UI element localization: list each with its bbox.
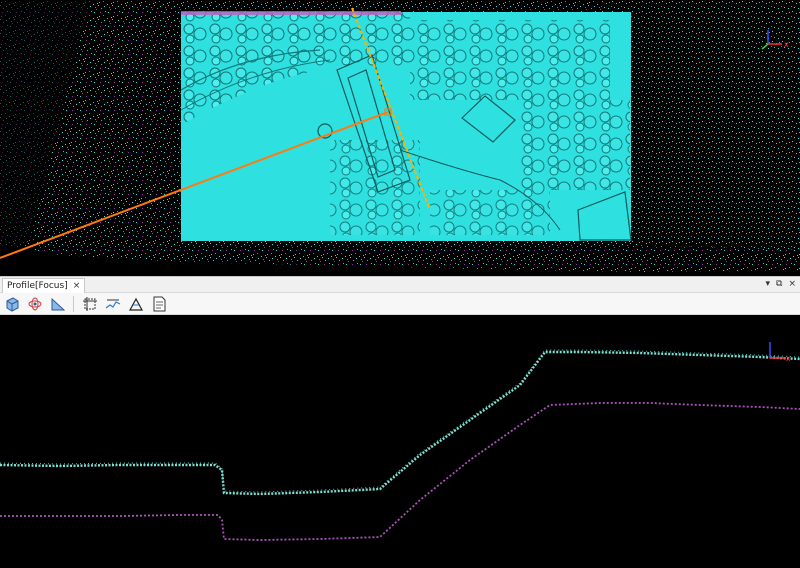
terrain-button[interactable] xyxy=(126,294,145,313)
report-button[interactable] xyxy=(149,294,168,313)
window-controls: ▾ ⧉ × xyxy=(765,279,796,289)
profile-panel: Profile[Focus] × ▾ ⧉ × x xyxy=(0,276,800,568)
slope-button[interactable] xyxy=(48,294,67,313)
tree-cluster-e xyxy=(520,100,630,190)
profile-view-canvas[interactable]: x xyxy=(0,315,800,568)
plan-axis-x-label: x xyxy=(784,40,789,49)
crop-frame-icon xyxy=(82,296,97,311)
orbit-icon xyxy=(28,297,41,310)
profile-view-svg: x xyxy=(0,342,800,541)
terrain-triangle-icon xyxy=(128,297,143,311)
tab-close-icon[interactable]: × xyxy=(73,281,81,291)
tree-cluster-se xyxy=(430,190,550,235)
tree-cluster-ne xyxy=(410,20,610,100)
crop-button[interactable] xyxy=(80,294,99,313)
profile-axis-x-label: x xyxy=(786,354,791,363)
profile-measure-button[interactable] xyxy=(103,294,122,313)
report-document-icon xyxy=(153,296,165,311)
triangle-slope-icon xyxy=(51,297,65,310)
profile-tab-title: Profile[Focus] xyxy=(7,281,68,291)
tree-cluster-s xyxy=(330,140,420,235)
lower-surface-profile xyxy=(0,402,800,541)
dropdown-icon[interactable]: ▾ xyxy=(765,279,770,289)
upper-surface-profile xyxy=(0,350,800,496)
plan-view-canvas[interactable]: x xyxy=(0,0,800,276)
3d-cube-icon xyxy=(6,296,18,312)
restore-icon[interactable]: ⧉ xyxy=(776,279,782,289)
raster-top-edge xyxy=(181,11,401,15)
upper-surface-noise xyxy=(0,349,800,493)
3d-view-button[interactable] xyxy=(2,294,21,313)
plan-view-svg: x xyxy=(0,0,800,272)
profile-toolbar xyxy=(0,293,800,315)
toolbar-separator xyxy=(73,295,74,312)
orbit-button[interactable] xyxy=(25,294,44,313)
dark-strip-right xyxy=(631,18,700,243)
profile-titlebar: Profile[Focus] × ▾ ⧉ × xyxy=(0,276,800,293)
close-icon[interactable]: × xyxy=(788,279,796,289)
profile-tab[interactable]: Profile[Focus] × xyxy=(2,278,86,293)
profile-axis-gizmo: x xyxy=(769,342,791,363)
profile-measure-icon xyxy=(105,299,120,308)
tree-cluster-n xyxy=(300,12,410,67)
